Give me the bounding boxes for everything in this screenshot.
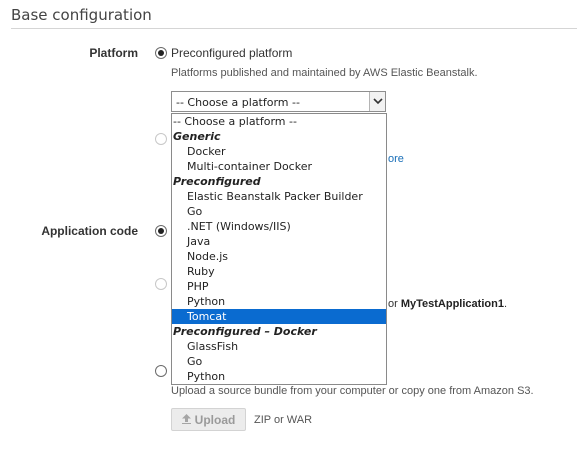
platform-select-value: -- Choose a platform -- — [176, 96, 300, 109]
platform-select[interactable]: -- Choose a platform -- — [171, 91, 386, 112]
section-divider — [11, 28, 577, 29]
upload-code-radio[interactable] — [155, 365, 167, 377]
dropdown-option[interactable]: .NET (Windows/IIS) — [172, 219, 386, 234]
platform-help-text: Platforms published and maintained by AW… — [171, 67, 478, 79]
chevron-down-icon[interactable] — [369, 92, 385, 111]
preconfigured-platform-label[interactable]: Preconfigured platform — [171, 46, 292, 60]
upload-button[interactable]: Upload — [171, 408, 246, 431]
dropdown-option[interactable]: Go — [172, 354, 386, 369]
platform-dropdown-list[interactable]: -- Choose a platform -- Generic Docker Mult… — [171, 113, 387, 385]
section-title: Base configuration — [11, 6, 152, 24]
existing-version-radio[interactable] — [155, 278, 167, 290]
preconfigured-platform-radio[interactable] — [155, 47, 167, 59]
sample-application-radio[interactable] — [155, 225, 167, 237]
dropdown-option[interactable]: GlassFish — [172, 339, 386, 354]
dropdown-option[interactable]: Ruby — [172, 264, 386, 279]
dropdown-option[interactable]: Go — [172, 204, 386, 219]
dropdown-option[interactable]: Tomcat — [172, 309, 386, 324]
dropdown-option[interactable]: Python — [172, 294, 386, 309]
dropdown-option[interactable]: PHP — [172, 279, 386, 294]
learn-more-link[interactable]: ore — [388, 153, 404, 165]
dropdown-option[interactable]: Python — [172, 369, 386, 384]
dropdown-group-label: Preconfigured — [173, 175, 261, 188]
upload-arrow-icon — [181, 413, 191, 427]
dropdown-option[interactable]: Elastic Beanstalk Packer Builder — [172, 189, 386, 204]
application-code-label: Application code — [41, 224, 138, 238]
sample-app-prefix: or — [388, 298, 398, 310]
dropdown-group-label: Preconfigured – Docker — [173, 325, 317, 338]
sample-app-text: or MyTestApplication1. — [388, 298, 507, 310]
upload-button-label: Upload — [194, 412, 236, 427]
platform-label: Platform — [89, 46, 138, 60]
sample-app-name: MyTestApplication1 — [400, 298, 504, 310]
dropdown-group-label: Generic — [173, 130, 221, 143]
sample-app-suffix: . — [503, 298, 507, 310]
dropdown-option[interactable]: Docker — [172, 144, 386, 159]
custom-platform-radio[interactable] — [155, 133, 167, 145]
dropdown-option[interactable]: Node.js — [172, 249, 386, 264]
dropdown-option[interactable]: -- Choose a platform -- — [172, 114, 386, 129]
upload-format-hint: ZIP or WAR — [254, 414, 313, 426]
upload-help-text: Upload a source bundle from your compute… — [171, 385, 534, 397]
dropdown-option[interactable]: Java — [172, 234, 386, 249]
dropdown-option[interactable]: Multi-container Docker — [172, 159, 386, 174]
